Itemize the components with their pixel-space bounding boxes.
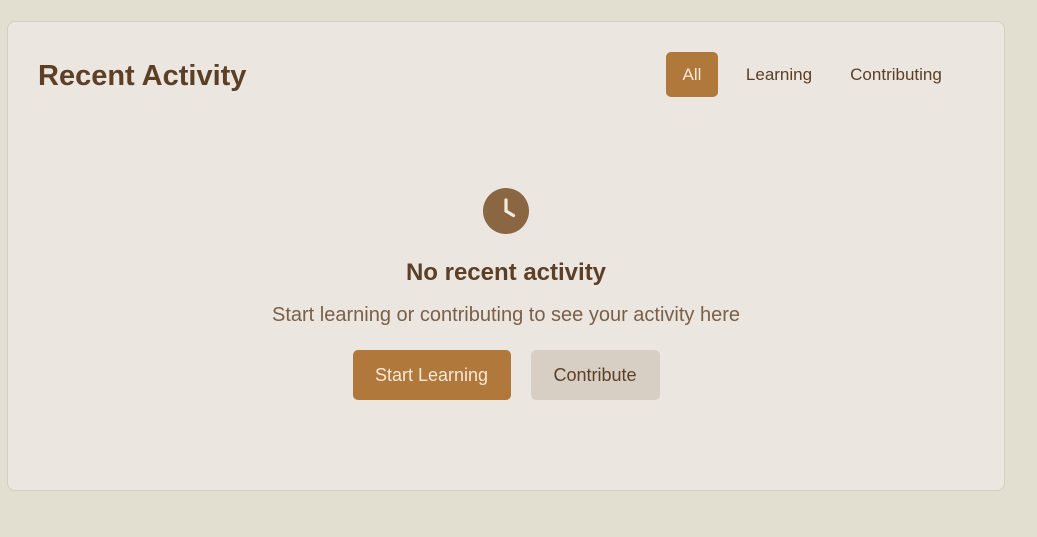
empty-state-title: No recent activity: [405, 259, 607, 286]
recent-activity-card: Recent Activity All Learning Contributin…: [7, 21, 1005, 491]
filter-contributing-tab[interactable]: Contributing: [836, 52, 956, 97]
clock-icon: [483, 188, 529, 234]
page-title: Recent Activity: [38, 60, 247, 92]
empty-state-actions: Start Learning Contribute: [352, 350, 660, 400]
empty-state-subtitle: Start learning or contributing to see yo…: [271, 304, 741, 326]
filter-learning-tab[interactable]: Learning: [730, 52, 828, 97]
empty-state: No recent activity Start learning or con…: [8, 188, 1004, 400]
activity-filter-tabs: All Learning Contributing: [666, 52, 956, 97]
start-learning-button[interactable]: Start Learning: [352, 350, 511, 400]
contribute-button[interactable]: Contribute: [530, 350, 660, 400]
filter-all-tab[interactable]: All: [666, 52, 718, 97]
